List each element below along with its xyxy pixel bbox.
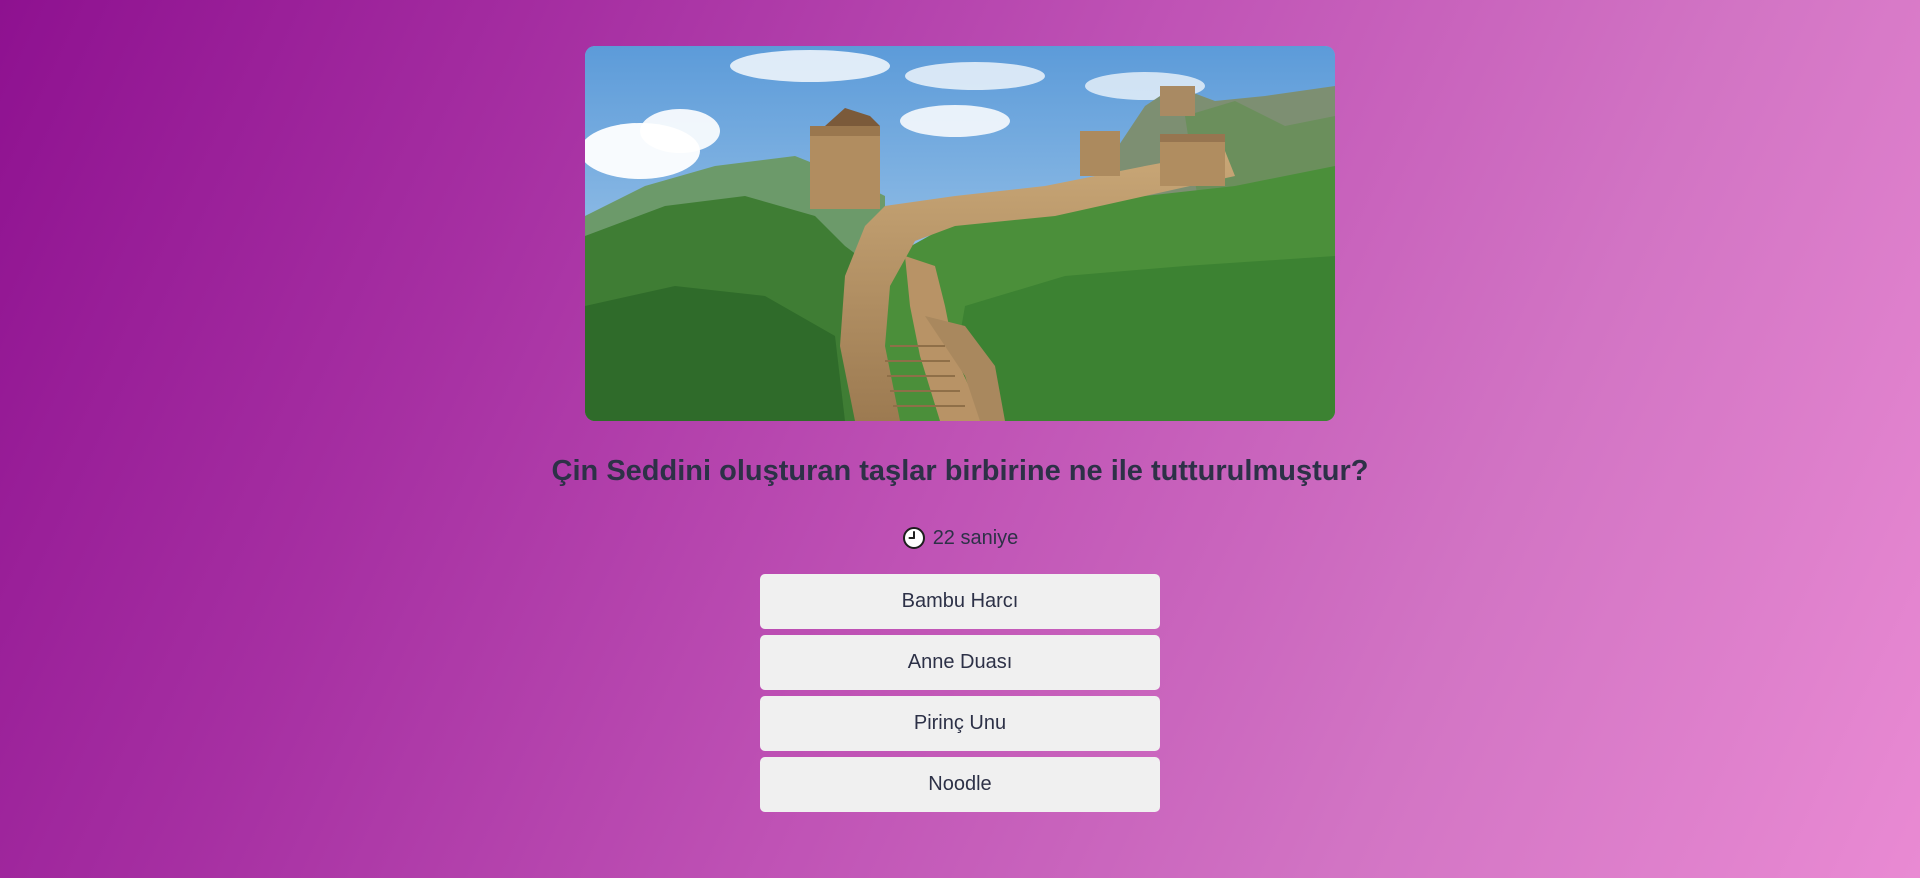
quiz-container: Çin Seddini oluşturan taşlar birbirine n… [0,0,1920,878]
timer: 22 saniye [0,526,1920,550]
answer-option-1[interactable]: Bambu Harcı [760,574,1160,629]
answer-options: Bambu Harcı Anne Duası Pirinç Unu Noodle [760,574,1160,818]
answer-option-3[interactable]: Pirinç Unu [760,696,1160,751]
question-text: Çin Seddini oluşturan taşlar birbirine n… [551,455,1369,487]
clock-icon [902,526,926,550]
timer-text: 22 saniye [932,526,1019,549]
answer-option-2[interactable]: Anne Duası [760,635,1160,690]
question-image [585,46,1335,421]
answer-option-4[interactable]: Noodle [760,757,1160,812]
